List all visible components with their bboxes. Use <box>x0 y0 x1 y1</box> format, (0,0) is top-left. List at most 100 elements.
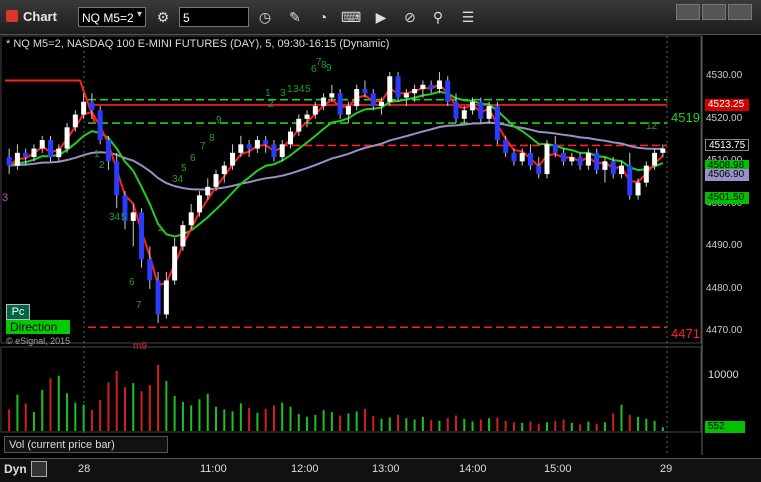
candle-body <box>72 114 78 128</box>
candle-body <box>97 110 103 141</box>
candle-body <box>287 131 293 145</box>
count-label-top: 1 <box>287 84 293 95</box>
candle-body <box>403 93 409 98</box>
candle-body <box>569 157 575 162</box>
candle-body <box>39 140 45 149</box>
keyboard-icon[interactable]: ⌨ <box>341 7 361 27</box>
candle-body <box>594 152 600 170</box>
candle-body <box>627 165 633 196</box>
count-label-top: 5 <box>305 84 311 95</box>
clock-icon[interactable]: ◷ <box>255 7 275 27</box>
candle-body <box>130 212 136 221</box>
candle-body <box>345 106 351 115</box>
candle-body <box>31 148 37 158</box>
candle-body <box>453 101 459 119</box>
candle-body <box>395 76 401 98</box>
list-icon[interactable]: ☰ <box>458 7 478 27</box>
direction-badge[interactable]: Direction <box>6 320 70 334</box>
time-axis-tick: 13:00 <box>372 463 400 475</box>
candle-body <box>230 152 236 166</box>
dyn-settings-icon[interactable] <box>31 461 47 477</box>
candle-body <box>552 144 558 153</box>
candle-body <box>304 114 310 119</box>
interval-input[interactable]: 5 <box>179 7 249 27</box>
candle-body <box>561 152 567 162</box>
minimize-button[interactable] <box>676 4 700 20</box>
count-label-rise: 6 <box>190 153 196 164</box>
candle-body <box>64 127 70 149</box>
candle-body <box>511 152 517 162</box>
end-count-label: 12 <box>646 121 658 132</box>
count-label-left: 6 <box>129 277 135 288</box>
count-label-mid: 3 <box>280 88 286 99</box>
bottom-count-marker: m9 <box>133 341 147 352</box>
price-axis-tick: 4490.00 <box>706 240 743 252</box>
candle-body <box>271 144 277 158</box>
candle-body <box>577 157 583 166</box>
count-label-rise: 1 <box>157 223 163 234</box>
candle-body <box>14 152 20 166</box>
candle-body <box>56 148 62 158</box>
close-button[interactable] <box>728 4 752 20</box>
candle-body <box>618 165 624 175</box>
moving-average-mid <box>8 90 664 238</box>
candle-body <box>660 148 666 153</box>
window-title-text: Chart <box>23 9 57 24</box>
moving-average-fast <box>8 83 664 287</box>
candle-body <box>337 93 343 115</box>
candle-body <box>585 152 591 166</box>
candle-body <box>635 182 641 196</box>
pc-badge[interactable]: Pc <box>6 304 30 320</box>
candle-body <box>180 225 186 247</box>
play-icon[interactable]: ▶ <box>371 7 391 27</box>
candle-body <box>188 212 194 226</box>
candle-body <box>652 152 658 166</box>
candle-body <box>329 93 335 98</box>
candle-body <box>6 157 12 166</box>
candle-body <box>263 140 269 145</box>
candle-body <box>254 140 260 149</box>
dyn-label[interactable]: Dyn <box>4 462 27 476</box>
candle-body <box>420 84 426 90</box>
price-axis-tick: 4530.00 <box>706 70 743 82</box>
candle-body <box>155 280 161 315</box>
volume-study-label[interactable]: Vol (current price bar) <box>4 436 168 453</box>
candle-body <box>527 152 533 166</box>
count-label-mid: 1 <box>265 88 271 99</box>
candle-body <box>296 118 302 132</box>
candle-body <box>246 144 252 149</box>
candle-body <box>279 144 285 158</box>
price-panel-border <box>0 35 702 344</box>
speedometer-icon[interactable]: ◔ <box>313 7 333 27</box>
candle-body <box>544 144 550 175</box>
candle-body <box>48 140 54 158</box>
symbol-dropdown-chevron-icon[interactable]: ▾ <box>137 9 142 20</box>
pencil-icon[interactable]: ✎ <box>285 7 305 27</box>
left-marker-label: 3 <box>2 192 9 204</box>
count-label-top: 9 <box>326 63 332 74</box>
time-axis-tick: 12:00 <box>291 463 319 475</box>
price-chart[interactable] <box>0 35 761 458</box>
time-axis-tick: 11:00 <box>200 463 227 475</box>
candle-body <box>163 280 169 315</box>
count-label-rise: 34 <box>172 174 184 185</box>
line-label-lower: 4471 <box>671 326 700 341</box>
count-label-top: 4 <box>299 84 305 95</box>
price-axis-tick: 4470.00 <box>706 325 743 337</box>
maximize-button[interactable] <box>702 4 726 20</box>
price-tag: 4523.25 <box>705 98 749 111</box>
gear-icon[interactable]: ⚙ <box>153 7 173 27</box>
candle-body <box>470 101 476 111</box>
tag-icon[interactable]: ⊘ <box>400 7 420 27</box>
volume-panel-border <box>0 346 702 433</box>
symbol-input[interactable]: NQ M5=2 <box>78 7 146 27</box>
candle-body <box>478 101 484 119</box>
candle-body <box>205 186 211 196</box>
candle-body <box>221 165 227 175</box>
link-icon[interactable]: ⚲ <box>428 7 448 27</box>
candle-body <box>238 144 244 153</box>
candle-body <box>105 140 111 162</box>
candle-body <box>412 89 418 94</box>
candle-body <box>643 165 649 183</box>
candle-body <box>602 161 608 170</box>
